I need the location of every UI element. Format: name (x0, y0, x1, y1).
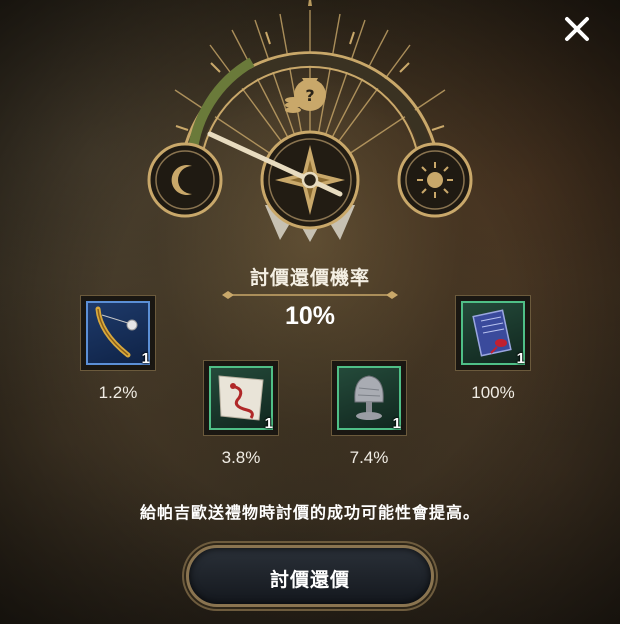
sun-icon (397, 142, 473, 218)
item-quantity: 1 (516, 350, 525, 367)
bargain-button-label: 討價還價 (269, 569, 350, 591)
gift-item-pipe[interactable]: 1 (80, 295, 156, 379)
title-divider (222, 291, 398, 299)
bargain-button[interactable]: 討價還價 (186, 545, 434, 607)
item-slot: 1 (80, 295, 156, 371)
close-button[interactable] (562, 14, 592, 44)
gift-chance: 7.4% (349, 448, 389, 467)
scroll-letter-icon (472, 309, 512, 357)
gift-description: 給帕吉歐送禮物時討價的成功可能性會提高。 (139, 503, 480, 522)
item-frame (209, 366, 273, 430)
dragon-kite-icon (218, 375, 264, 421)
item-slot: 1 (455, 295, 531, 371)
item-frame (337, 366, 401, 430)
bargain-gauge: ? (147, 0, 473, 242)
gift-chance: 3.8% (221, 448, 261, 467)
item-quantity: 1 (264, 415, 273, 432)
dialog-title: 討價還價機率 (249, 267, 370, 289)
gift-chance: 100% (471, 383, 515, 402)
stone-idol-icon (354, 375, 384, 420)
gift-chance: 1.2% (98, 383, 138, 402)
close-icon (565, 17, 589, 41)
svg-text:?: ? (305, 86, 314, 105)
gift-item-scroll[interactable]: 1 (455, 295, 531, 379)
item-frame (86, 301, 150, 365)
item-slot: 1 (203, 360, 279, 436)
gift-item-idol[interactable]: 1 (331, 360, 407, 444)
money-bag-question-icon: ? (285, 78, 326, 113)
item-frame (461, 301, 525, 365)
gift-item-kite[interactable]: 1 (203, 360, 279, 444)
item-quantity: 1 (141, 350, 150, 367)
golden-pipe-icon (95, 306, 138, 358)
item-quantity: 1 (392, 415, 401, 432)
item-slot: 1 (331, 360, 407, 436)
moon-icon (147, 142, 223, 218)
